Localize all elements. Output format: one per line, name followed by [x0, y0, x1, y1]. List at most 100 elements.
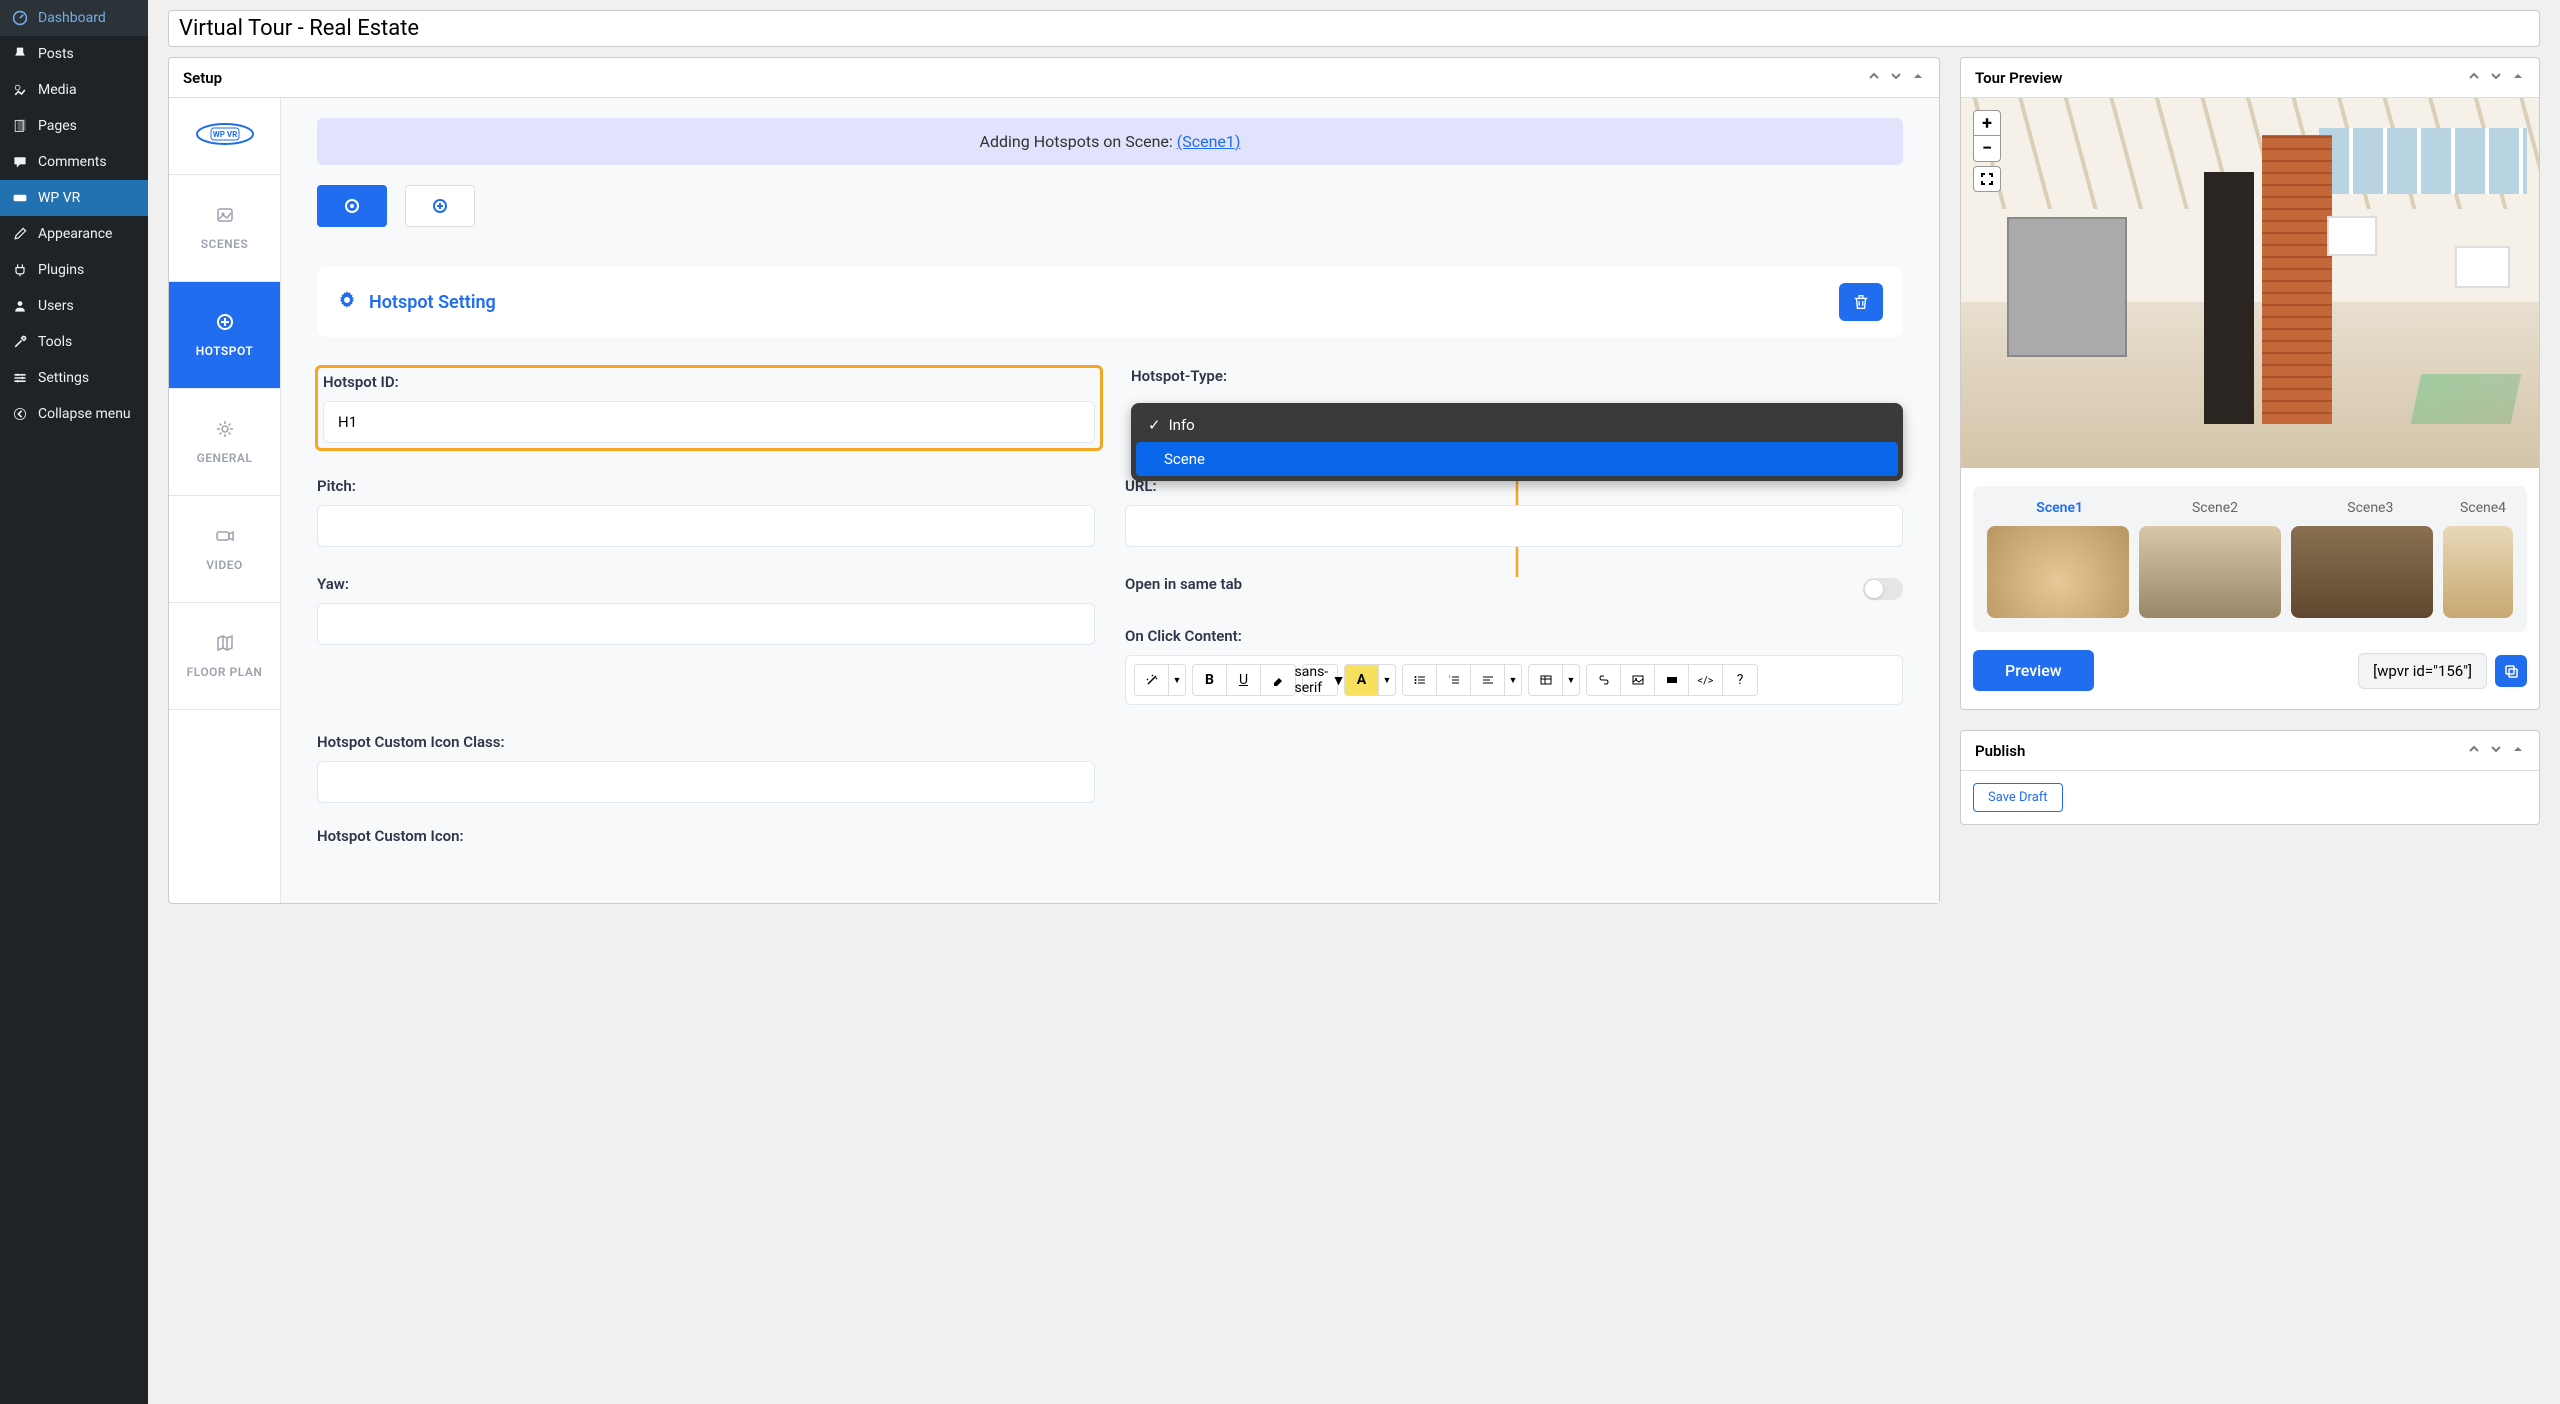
panel-up-icon[interactable]	[2467, 741, 2481, 760]
room-scene-image	[1961, 98, 2539, 468]
editor-erase-button[interactable]	[1261, 665, 1295, 695]
custom-icon-label: Hotspot Custom Icon:	[317, 827, 1095, 845]
panel-down-icon[interactable]	[2489, 68, 2503, 87]
fullscreen-icon	[1980, 172, 1994, 186]
editor-color-dropdown[interactable]: ▼	[1379, 665, 1395, 695]
panel-toggle-icon[interactable]	[1911, 68, 1925, 87]
editor-align-dropdown[interactable]: ▼	[1505, 665, 1521, 695]
sidebar-item-pages[interactable]: Pages	[0, 108, 148, 144]
editor-bold-button[interactable]: B	[1193, 665, 1227, 695]
editor-magic-button[interactable]	[1135, 665, 1169, 695]
fullscreen-button[interactable]	[1973, 166, 2001, 192]
scene-label-1[interactable]: Scene1	[1987, 500, 2132, 516]
scene-link[interactable]: (Scene1)	[1177, 132, 1241, 151]
editor-font-select[interactable]: sans-serif ▼	[1303, 665, 1337, 695]
editor-help-button[interactable]: ?	[1723, 665, 1757, 695]
editor-table-dropdown[interactable]: ▼	[1563, 665, 1579, 695]
editor-align-button[interactable]	[1471, 665, 1505, 695]
scene-label-2[interactable]: Scene2	[2142, 500, 2287, 516]
editor-image-button[interactable]	[1621, 665, 1655, 695]
link-icon	[1597, 673, 1611, 687]
plus-circle-icon	[432, 198, 448, 214]
hotspot-id-group: Hotspot ID:	[317, 367, 1101, 449]
sidebar-item-appearance[interactable]: Appearance	[0, 216, 148, 252]
video-icon	[179, 526, 270, 550]
scene-label-4[interactable]: Scene4	[2453, 500, 2513, 516]
editor-underline-button[interactable]: U	[1227, 665, 1261, 695]
hotspot-id-input[interactable]	[323, 401, 1095, 443]
save-draft-button[interactable]: Save Draft	[1973, 783, 2063, 812]
delete-button[interactable]	[1839, 283, 1883, 321]
tab-floor-plan[interactable]: FLOOR PLAN	[169, 603, 280, 710]
url-input[interactable]	[1125, 505, 1903, 547]
sidebar-item-wpvr[interactable]: WP VR	[0, 180, 148, 216]
hotspot-add-button[interactable]	[405, 185, 475, 227]
panel-down-icon[interactable]	[1889, 68, 1903, 87]
hotspot-setting-title: Hotspot Setting	[369, 292, 496, 313]
sidebar-item-comments[interactable]: Comments	[0, 144, 148, 180]
panorama-viewer[interactable]: + −	[1961, 98, 2539, 468]
hotspot-current-button[interactable]	[317, 185, 387, 227]
tab-hotspot[interactable]: HOTSPOT	[169, 282, 280, 389]
sidebar-item-posts[interactable]: Posts	[0, 36, 148, 72]
editor-code-button[interactable]: </>	[1689, 665, 1723, 695]
editor-video-button[interactable]	[1655, 665, 1689, 695]
on-click-label: On Click Content:	[1125, 627, 1903, 645]
setup-panel-header: Setup	[169, 58, 1939, 98]
shortcode-text: [wpvr id="156"]	[2358, 653, 2487, 689]
scene-thumb-2[interactable]	[2139, 526, 2281, 618]
page-title-input[interactable]	[179, 16, 2529, 41]
sidebar-item-label: Collapse menu	[38, 406, 131, 422]
wp-admin-sidebar: Dashboard Posts Media Pages Comments WP …	[0, 0, 148, 1404]
preview-button[interactable]: Preview	[1973, 650, 2094, 691]
editor-link-button[interactable]	[1587, 665, 1621, 695]
svg-text:1: 1	[1448, 674, 1450, 679]
panel-title: Publish	[1975, 742, 2025, 760]
scene-thumb-1[interactable]	[1987, 526, 2129, 618]
editor-color-button[interactable]: A	[1345, 665, 1379, 695]
panel-title: Tour Preview	[1975, 69, 2062, 87]
publish-panel: Publish Save Draft	[1960, 730, 2540, 825]
sidebar-item-users[interactable]: Users	[0, 288, 148, 324]
editor-ol-button[interactable]: 1	[1437, 665, 1471, 695]
sidebar-item-settings[interactable]: Settings	[0, 360, 148, 396]
panel-down-icon[interactable]	[2489, 741, 2503, 760]
sidebar-item-label: Settings	[38, 370, 89, 386]
magic-icon	[1145, 673, 1159, 687]
target-icon	[344, 198, 360, 214]
rich-text-editor: ▼ B U sans-serif ▼	[1125, 655, 1903, 705]
panel-toggle-icon[interactable]	[2511, 741, 2525, 760]
zoom-out-button[interactable]: −	[1973, 136, 2001, 162]
panel-up-icon[interactable]	[1867, 68, 1881, 87]
zoom-in-button[interactable]: +	[1973, 110, 2001, 136]
sidebar-item-plugins[interactable]: Plugins	[0, 252, 148, 288]
scene-thumb-3[interactable]	[2291, 526, 2433, 618]
tab-scenes[interactable]: SCENES	[169, 175, 280, 282]
panel-toggle-icon[interactable]	[2511, 68, 2525, 87]
yaw-input[interactable]	[317, 603, 1095, 645]
list-ol-icon: 1	[1447, 673, 1461, 687]
editor-ul-button[interactable]	[1403, 665, 1437, 695]
scene-label-3[interactable]: Scene3	[2298, 500, 2443, 516]
sidebar-item-tools[interactable]: Tools	[0, 324, 148, 360]
scene-carousel: Scene1 Scene2 Scene3 Scene4	[1973, 486, 2527, 632]
sidebar-item-collapse[interactable]: Collapse menu	[0, 396, 148, 432]
tab-video[interactable]: VIDEO	[169, 496, 280, 603]
custom-icon-class-label: Hotspot Custom Icon Class:	[317, 733, 1095, 751]
sidebar-item-media[interactable]: Media	[0, 72, 148, 108]
editor-magic-dropdown[interactable]: ▼	[1169, 665, 1185, 695]
sidebar-item-dashboard[interactable]: Dashboard	[0, 0, 148, 36]
hotspot-type-dropdown[interactable]: Info Scene	[1131, 403, 1903, 481]
dropdown-option-scene[interactable]: Scene	[1136, 442, 1898, 476]
panel-up-icon[interactable]	[2467, 68, 2481, 87]
tab-general[interactable]: GENERAL	[169, 389, 280, 496]
user-icon	[10, 296, 30, 316]
editor-table-button[interactable]	[1529, 665, 1563, 695]
scene-thumb-4[interactable]	[2443, 526, 2513, 618]
open-same-tab-toggle[interactable]	[1863, 578, 1903, 600]
align-icon	[1481, 673, 1495, 687]
dropdown-option-info[interactable]: Info	[1136, 408, 1898, 442]
copy-shortcode-button[interactable]	[2495, 655, 2527, 687]
pitch-input[interactable]	[317, 505, 1095, 547]
custom-icon-class-input[interactable]	[317, 761, 1095, 803]
